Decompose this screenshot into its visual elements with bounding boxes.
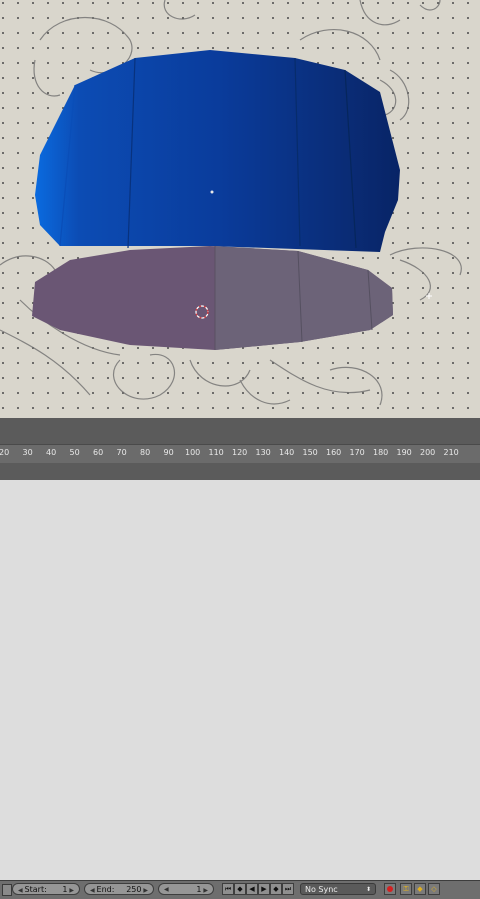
end-frame-label: End: [96,885,115,894]
3d-object[interactable] [32,50,400,350]
start-frame-field[interactable]: ◀ Start: 1 ▶ [12,883,80,895]
ruler-tick-label: 50 [69,448,80,457]
sync-mode-dropdown[interactable]: No Sync ⬍ [300,883,376,895]
editor-type-icon[interactable] [2,884,12,896]
jump-start-icon[interactable]: ⏮ [222,883,234,895]
timeline-header: ◀ Start: 1 ▶ ◀ End: 250 ▶ ◀ 1 ▶ ⏮ ◆ ◀ ▶ … [0,880,480,899]
ruler-tick-label: 160 [326,448,342,457]
ruler-tick-label: 180 [373,448,389,457]
play-reverse-icon[interactable]: ◀ [246,883,258,895]
ruler-tick-label: 30 [22,448,33,457]
next-keyframe-icon[interactable]: ◆ [270,883,282,895]
ruler-tick-label: 100 [185,448,201,457]
keying-set-icon[interactable]: ⚿ [400,883,412,895]
ruler-tick-label: 40 [46,448,57,457]
ruler-tick-label: 90 [163,448,174,457]
prev-keyframe-icon[interactable]: ◆ [234,883,246,895]
ruler-tick-label: 120 [232,448,248,457]
ruler-tick-label: 200 [420,448,436,457]
current-frame-field[interactable]: ◀ 1 ▶ [158,883,214,895]
start-frame-label: Start: [24,885,47,894]
ruler-tick-label: 70 [116,448,127,457]
record-icon[interactable] [384,883,396,895]
3d-viewport[interactable] [0,0,480,418]
play-icon[interactable]: ▶ [258,883,270,895]
ruler-tick-label: 140 [279,448,295,457]
ruler-tick-label: 20 [0,448,10,457]
timeline-editor[interactable]: 20 30 40 50 60 70 80 90 100 110 120 130 140 150 160 170… [0,418,480,899]
ruler-tick-label: 210 [443,448,459,457]
object-origin-dot [210,190,214,194]
keyframe-insert-icon[interactable]: ◆ [414,883,426,895]
end-frame-value: 250 [126,885,142,894]
sync-mode-label: No Sync [305,885,338,894]
ruler-tick-label: 170 [349,448,365,457]
ruler-tick-label: 130 [255,448,271,457]
ruler-tick-label: 110 [208,448,224,457]
viewport-scene [0,0,480,418]
jump-end-icon[interactable]: ⏭ [282,883,294,895]
keyframe-delete-icon[interactable]: ◇ [428,883,440,895]
ruler-tick-label: 80 [140,448,151,457]
end-frame-field[interactable]: ◀ End: 250 ▶ [84,883,154,895]
ruler-tick-label: 150 [302,448,318,457]
ruler-tick-label: 60 [93,448,104,457]
ruler-tick-label: 190 [396,448,412,457]
